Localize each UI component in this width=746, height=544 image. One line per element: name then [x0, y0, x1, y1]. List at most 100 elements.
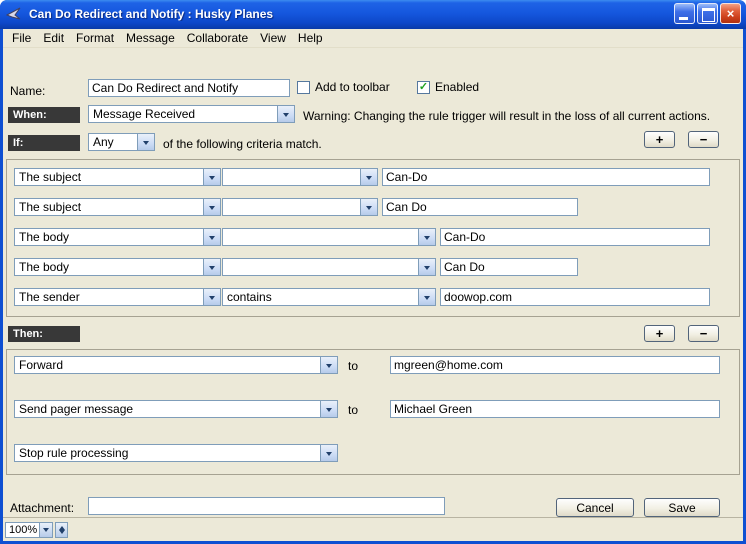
- close-button[interactable]: ×: [720, 3, 741, 24]
- criteria-value-input[interactable]: [382, 198, 578, 216]
- chevron-down-icon: [203, 259, 220, 275]
- enabled-checkbox[interactable]: ✓ Enabled: [417, 80, 479, 94]
- criteria-add-button[interactable]: +: [644, 131, 675, 148]
- criteria-field-value: The subject: [15, 200, 203, 214]
- action-select[interactable]: Stop rule processing: [14, 444, 338, 462]
- add-to-toolbar-checkbox[interactable]: Add to toolbar: [297, 80, 390, 94]
- name-input[interactable]: [88, 79, 290, 97]
- checkbox-check-icon: ✓: [417, 81, 430, 94]
- if-suffix-text: of the following criteria match.: [163, 137, 322, 151]
- save-button[interactable]: Save: [644, 498, 720, 517]
- action-value: Forward: [15, 358, 320, 372]
- criteria-field-select[interactable]: The subject: [14, 168, 221, 186]
- window-body: File Edit Format Message Collaborate Vie…: [3, 29, 743, 541]
- criteria-row: The sender contains: [7, 288, 739, 306]
- chevron-down-icon: [418, 229, 435, 245]
- action-value: Send pager message: [15, 402, 320, 416]
- chevron-down-icon: [320, 357, 337, 373]
- if-match-select[interactable]: Any: [88, 133, 155, 151]
- zoom-select[interactable]: 100%: [5, 522, 53, 538]
- to-label: to: [348, 403, 358, 417]
- chevron-down-icon: [137, 134, 154, 150]
- menu-help[interactable]: Help: [292, 29, 329, 47]
- window-controls: ×: [674, 3, 741, 24]
- criteria-operator-select[interactable]: [222, 168, 378, 186]
- action-remove-button[interactable]: −: [688, 325, 719, 342]
- when-trigger-select[interactable]: Message Received: [88, 105, 295, 123]
- enabled-label: Enabled: [435, 80, 479, 94]
- name-label: Name:: [10, 84, 45, 98]
- if-match-value: Any: [89, 135, 137, 149]
- criteria-field-value: The body: [15, 230, 203, 244]
- if-label: If:: [8, 135, 80, 151]
- then-label: Then:: [8, 326, 80, 342]
- action-target-input[interactable]: [390, 356, 720, 374]
- chevron-down-icon: [320, 401, 337, 417]
- criteria-field-select[interactable]: The sender: [14, 288, 221, 306]
- criteria-field-select[interactable]: The body: [14, 258, 221, 276]
- to-label: to: [348, 359, 358, 373]
- criteria-value-input[interactable]: [440, 258, 578, 276]
- when-label: When:: [8, 107, 80, 123]
- criteria-operator-value: contains: [223, 290, 418, 304]
- criteria-operator-select[interactable]: contains: [222, 288, 436, 306]
- action-select[interactable]: Forward: [14, 356, 338, 374]
- menu-edit[interactable]: Edit: [37, 29, 70, 47]
- menu-format[interactable]: Format: [70, 29, 120, 47]
- zoom-value: 100%: [6, 524, 39, 536]
- warning-text: Warning: Changing the rule trigger will …: [303, 109, 735, 123]
- criteria-operator-select[interactable]: [222, 198, 378, 216]
- criteria-row: The body: [7, 258, 739, 276]
- criteria-operator-select[interactable]: [222, 258, 436, 276]
- attachment-label: Attachment:: [10, 501, 74, 515]
- chevron-down-icon: [418, 259, 435, 275]
- action-add-button[interactable]: +: [644, 325, 675, 342]
- criteria-field-select[interactable]: The subject: [14, 198, 221, 216]
- chevron-down-icon: [418, 289, 435, 305]
- criteria-remove-button[interactable]: −: [688, 131, 719, 148]
- menubar: File Edit Format Message Collaborate Vie…: [3, 29, 743, 48]
- chevron-down-icon: [320, 445, 337, 461]
- dialog-window: Can Do Redirect and Notify : Husky Plane…: [0, 0, 746, 544]
- criteria-row: The subject: [7, 168, 739, 186]
- client-area: Name: Add to toolbar ✓ Enabled When: Mes…: [3, 49, 743, 517]
- spinner-down-icon[interactable]: [56, 530, 67, 537]
- criteria-row: The subject: [7, 198, 739, 216]
- cancel-button[interactable]: Cancel: [556, 498, 634, 517]
- minimize-button[interactable]: [674, 3, 695, 24]
- criteria-row: The body: [7, 228, 739, 246]
- statusbar: 100%: [3, 517, 743, 541]
- chevron-down-icon: [39, 523, 52, 537]
- action-row: Stop rule processing: [7, 444, 739, 462]
- spinner-up-icon[interactable]: [56, 523, 67, 530]
- menu-collaborate[interactable]: Collaborate: [181, 29, 254, 47]
- action-row: Send pager message to: [7, 400, 739, 418]
- criteria-field-select[interactable]: The body: [14, 228, 221, 246]
- action-value: Stop rule processing: [15, 446, 320, 460]
- zoom-spinner[interactable]: [55, 522, 68, 538]
- criteria-operator-select[interactable]: [222, 228, 436, 246]
- menu-message[interactable]: Message: [120, 29, 181, 47]
- app-icon: [6, 5, 24, 23]
- actions-group: Forward to Send pager message to: [6, 349, 740, 475]
- action-row: Forward to: [7, 356, 739, 374]
- criteria-value-input[interactable]: [440, 228, 710, 246]
- menu-file[interactable]: File: [6, 29, 37, 47]
- titlebar: Can Do Redirect and Notify : Husky Plane…: [0, 0, 746, 29]
- maximize-button[interactable]: [697, 3, 718, 24]
- action-select[interactable]: Send pager message: [14, 400, 338, 418]
- attachment-input[interactable]: [88, 497, 445, 515]
- criteria-field-value: The sender: [15, 290, 203, 304]
- window-title: Can Do Redirect and Notify : Husky Plane…: [29, 7, 669, 21]
- when-trigger-value: Message Received: [89, 107, 277, 121]
- chevron-down-icon: [203, 169, 220, 185]
- criteria-value-input[interactable]: [382, 168, 710, 186]
- criteria-value-input[interactable]: [440, 288, 710, 306]
- chevron-down-icon: [360, 169, 377, 185]
- add-to-toolbar-label: Add to toolbar: [315, 80, 390, 94]
- criteria-group: The subject The subject: [6, 159, 740, 317]
- menu-view[interactable]: View: [254, 29, 292, 47]
- action-target-input[interactable]: [390, 400, 720, 418]
- chevron-down-icon: [203, 199, 220, 215]
- checkbox-box: [297, 81, 310, 94]
